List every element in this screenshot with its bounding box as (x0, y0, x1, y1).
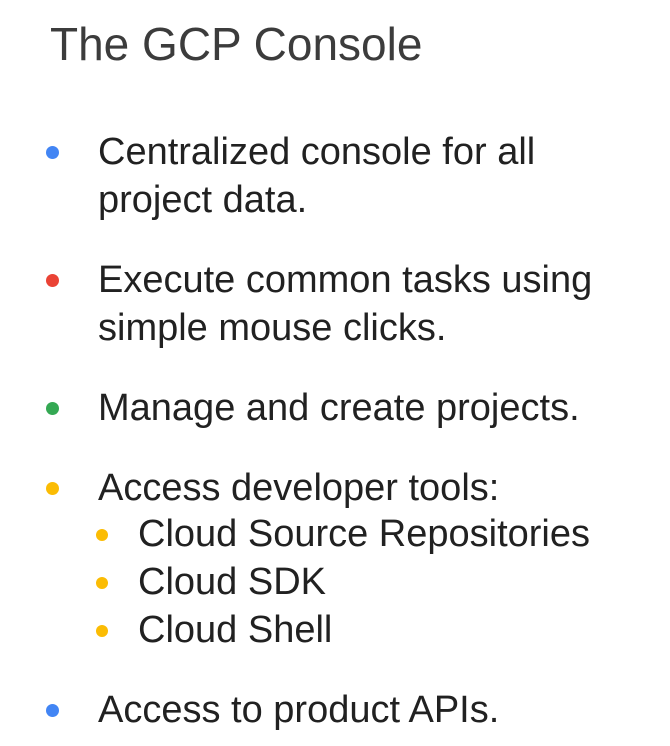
slide-title: The GCP Console (50, 18, 423, 70)
bullet-dot-green-icon (46, 402, 59, 415)
sub-bullet-text: Cloud SDK (138, 561, 326, 603)
bullet-text: Execute common tasks using simple mouse … (98, 256, 658, 352)
bullet-text: Manage and create projects. (98, 384, 658, 432)
bullet-text: Access to product APIs. (98, 686, 658, 734)
bullet-dot-yellow-icon (46, 482, 59, 495)
bullet-text: Access developer tools: (98, 464, 658, 512)
bullet-line: Centralized console for all (98, 131, 536, 173)
bullet-dot-blue-icon (46, 146, 59, 159)
bullet-dot-red-icon (46, 274, 59, 287)
bullet-text: Centralized console for all project data… (98, 128, 658, 224)
sub-bullet-text: Cloud Shell (138, 609, 333, 651)
sub-bullet-dot-yellow-icon (96, 625, 108, 637)
bullet-line: Access to product APIs. (98, 689, 500, 731)
sub-bullet-text: Cloud Source Repositories (138, 513, 591, 555)
sub-bullet-dot-yellow-icon (96, 529, 108, 541)
slide: The GCP Console Centralized console for … (0, 0, 670, 746)
sub-bullet-dot-yellow-icon (96, 577, 108, 589)
bullet-line: Manage and create projects. (98, 387, 580, 429)
bullet-dot-blue-icon (46, 704, 59, 717)
bullet-line: project data. (98, 179, 308, 221)
bullet-line: simple mouse clicks. (98, 307, 447, 349)
bullet-line: Execute common tasks using (98, 259, 593, 301)
bullet-line: Access developer tools: (98, 467, 500, 509)
